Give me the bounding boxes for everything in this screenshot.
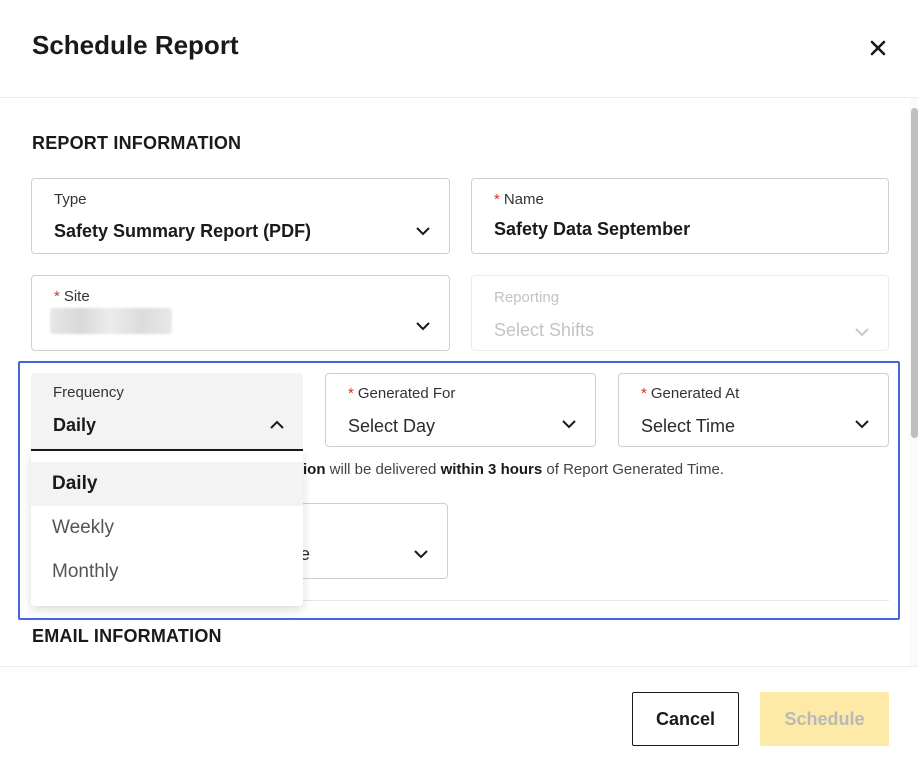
name-label: * Name [494, 191, 544, 208]
chevron-down-icon [562, 420, 576, 429]
frequency-value: Daily [53, 415, 97, 435]
reporting-label: Reporting [494, 289, 560, 306]
frequency-dropdown-menu: Daily Weekly Monthly [31, 451, 303, 606]
name-field[interactable]: * Name Safety Data September [471, 178, 889, 254]
note-bold-mid: within 3 hours [440, 461, 543, 478]
chevron-down-icon [855, 328, 869, 337]
generated-for-label: * Generated For [348, 385, 455, 402]
chevron-down-icon [416, 227, 430, 236]
generated-for-select[interactable]: * Generated For Select Day [325, 373, 596, 447]
delivery-note: tion will be delivered within 3 hours of… [298, 461, 724, 478]
type-value: Safety Summary Report (PDF) [54, 221, 312, 241]
site-label: * Site [54, 288, 90, 305]
schedule-button[interactable]: Schedule [760, 692, 889, 746]
type-select[interactable]: Type Safety Summary Report (PDF) [31, 178, 450, 254]
scrollbar-thumb[interactable] [911, 108, 918, 438]
required-mark: * [641, 385, 647, 402]
type-label: Type [54, 191, 87, 208]
frequency-option-weekly[interactable]: Weekly [31, 506, 303, 550]
cancel-button[interactable]: Cancel [632, 692, 739, 746]
email-information-heading: EMAIL INFORMATION [32, 626, 222, 646]
frequency-label: Frequency [53, 384, 124, 401]
site-select[interactable]: * Site [31, 275, 450, 351]
name-value: Safety Data September [494, 219, 691, 239]
generated-at-placeholder: Select Time [641, 416, 736, 436]
required-mark: * [494, 191, 500, 208]
reporting-placeholder: Select Shifts [494, 320, 595, 340]
frequency-option-monthly[interactable]: Monthly [31, 550, 303, 594]
note-text-2: of Report Generated Time. [542, 461, 724, 478]
generated-for-label-text: Generated For [357, 385, 456, 402]
generated-at-select[interactable]: * Generated At Select Time [618, 373, 889, 447]
frequency-select[interactable]: Frequency Daily [31, 373, 303, 451]
close-icon[interactable] [862, 32, 894, 64]
required-mark: * [348, 385, 354, 402]
chevron-up-icon [270, 420, 284, 429]
site-label-text: Site [63, 288, 90, 305]
dialog-title: Schedule Report [32, 30, 239, 60]
note-text-1: will be delivered [325, 461, 441, 478]
dialog-header: Schedule Report [0, 0, 918, 98]
chevron-down-icon [416, 322, 430, 331]
generated-at-label-text: Generated At [650, 385, 740, 402]
required-mark: * [54, 288, 60, 305]
site-value-redacted [50, 308, 172, 334]
reporting-select: Reporting Select Shifts [471, 275, 889, 351]
generated-for-placeholder: Select Day [348, 416, 436, 436]
name-label-text: Name [503, 191, 544, 208]
chevron-down-icon [855, 420, 869, 429]
chevron-down-icon [414, 550, 428, 559]
frequency-option-daily[interactable]: Daily [31, 462, 303, 506]
report-information-heading: REPORT INFORMATION [32, 133, 242, 153]
section-divider [303, 600, 889, 601]
generated-at-label: * Generated At [641, 385, 739, 402]
